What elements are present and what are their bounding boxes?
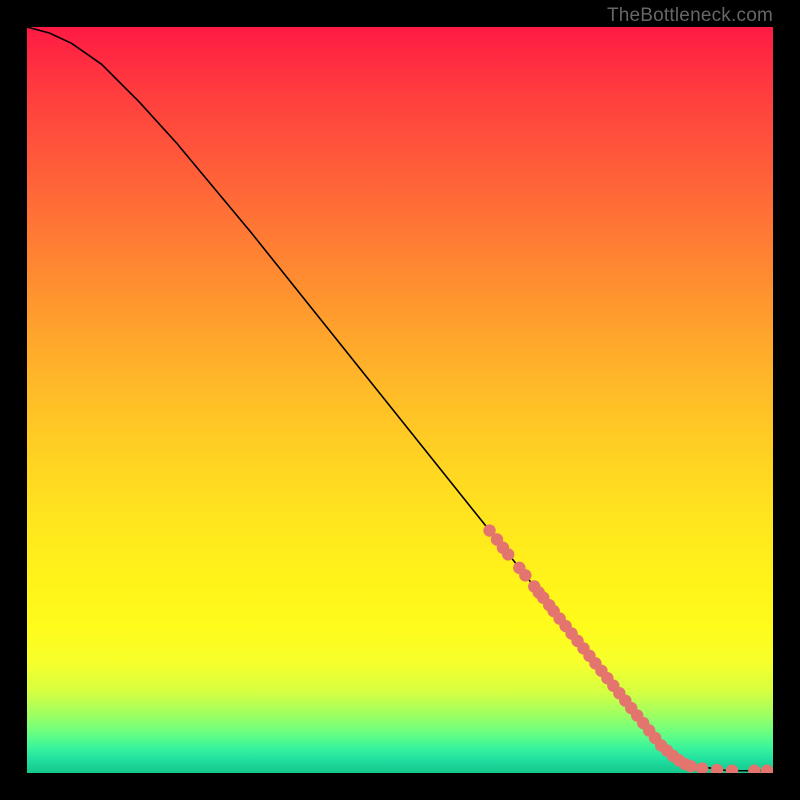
plot-area	[27, 27, 773, 773]
watermark-text: TheBottleneck.com	[607, 5, 773, 27]
marker-dot	[502, 548, 514, 560]
marker-dot	[696, 762, 708, 773]
marker-dot	[711, 764, 723, 773]
marker-dot	[726, 765, 738, 773]
chart: TheBottleneck.com	[27, 27, 773, 773]
marker-dot	[519, 569, 531, 581]
chart-overlay	[27, 27, 773, 773]
curve-line	[27, 27, 773, 771]
marker-group	[483, 524, 773, 773]
marker-dot	[761, 765, 773, 773]
marker-dot	[685, 760, 697, 772]
marker-dot	[748, 765, 760, 773]
